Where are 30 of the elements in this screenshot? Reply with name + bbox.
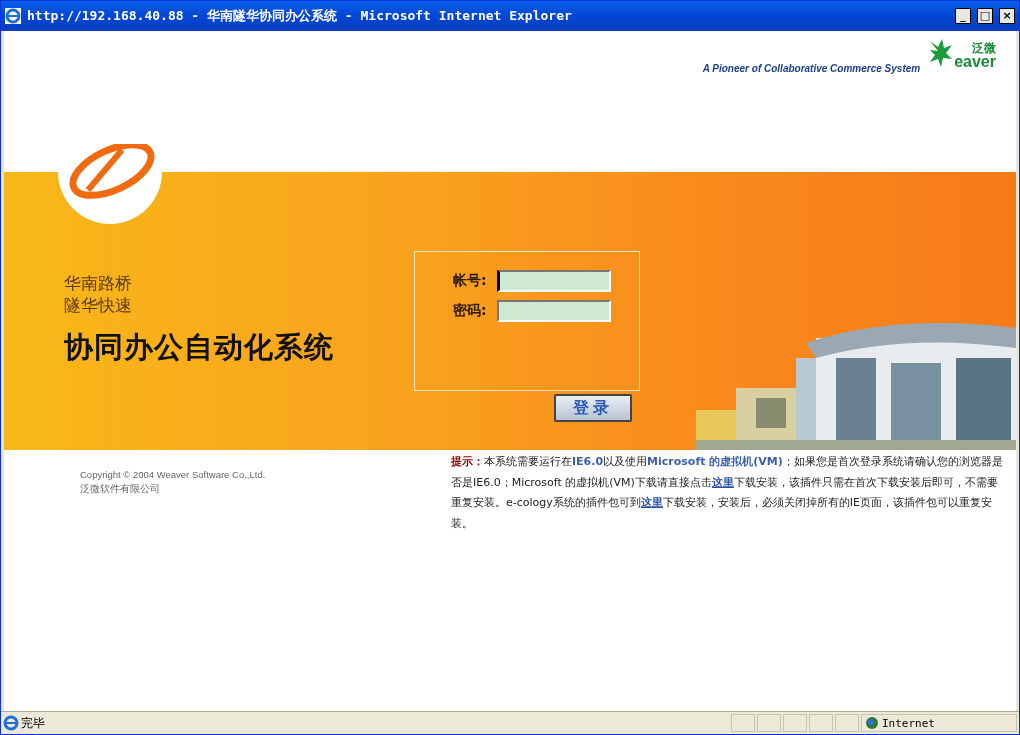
login-button[interactable]: 登录 <box>554 394 632 422</box>
copyright-text: 泛微软件有限公司 <box>80 483 161 496</box>
input-field[interactable] <box>496 270 611 292</box>
zone-indicator: Internet <box>861 714 1017 732</box>
status-text: 完毕 <box>21 714 46 732</box>
brand-name: eaver <box>954 54 996 70</box>
status-pane <box>783 714 807 732</box>
page-icon <box>3 715 19 731</box>
brand-name: 泛微 <box>972 42 996 54</box>
close-button[interactable]: × <box>999 8 1015 24</box>
globe-icon <box>866 717 878 729</box>
subtitle: 华南路桥 <box>64 272 133 294</box>
status-pane <box>835 714 859 732</box>
minimize-button[interactable]: _ <box>955 8 971 24</box>
system-title: 协同办公自动化系统 <box>64 329 335 366</box>
input-field[interactable] <box>496 300 611 322</box>
status-pane <box>809 714 833 732</box>
maximize-button[interactable]: □ <box>977 8 993 24</box>
status-pane <box>757 714 781 732</box>
hint-text: 提示：本系统需要运行在IE6.0以及使用Microsoft 的虚拟机(VM)；如果您是首次登录系统请确认您的浏览器是否是IE6.0；Microsoft 的虚拟机(VM)下载请直接点击这里下载安装，该插件只需在首次下载安装后即可，不需要重复安装。e-cology系统的插件包可到这里下载安装，安装后，必须关闭掉所有的IE页面，该插件包可以重复安装。 <box>451 454 1003 532</box>
download-link[interactable]: 这里 <box>711 475 734 489</box>
status-pane <box>731 714 755 732</box>
copyright-text: Copyright © 2004 Weaver Software Co.,Ltd. <box>80 469 267 480</box>
window-title: http://192.168.40.88 - 华南隧华协同办公系统 - Microsoft Internet Explorer <box>27 7 573 25</box>
download-link[interactable]: 这里 <box>640 496 663 509</box>
field-label: 密码: <box>453 302 487 320</box>
browser-icon <box>5 8 21 24</box>
slogan: A Pioneer of Collaborative Commerce System <box>702 63 921 74</box>
subtitle: 隧华快速 <box>64 294 133 316</box>
field-label: 帐号: <box>453 272 487 290</box>
